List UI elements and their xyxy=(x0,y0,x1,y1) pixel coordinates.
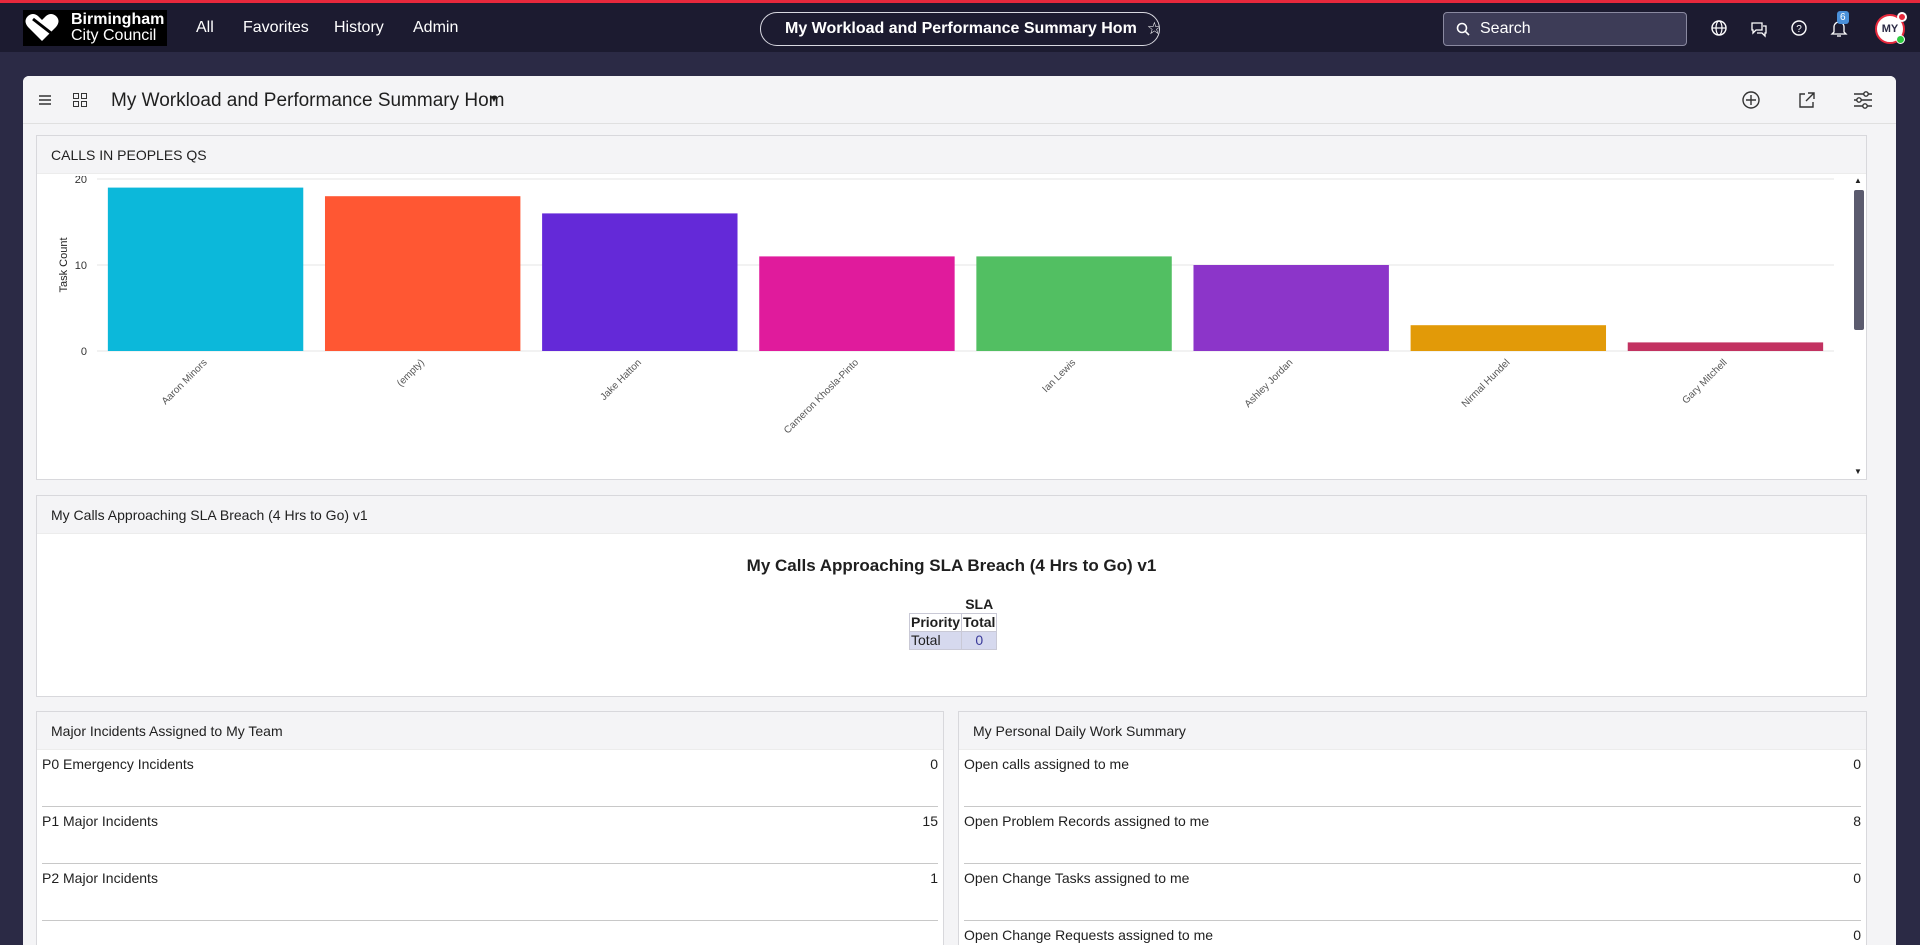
x-tick-label: Jake Hatton xyxy=(598,357,644,403)
avatar-status-ring xyxy=(1897,12,1907,22)
help-icon[interactable]: ? xyxy=(1788,17,1810,39)
bar[interactable] xyxy=(542,213,738,351)
widget-title: Major Incidents Assigned to My Team xyxy=(37,712,943,750)
calls-in-peoples-qs-widget: CALLS IN PEOPLES QS 0 10 20 Task Count Aaron… xyxy=(36,135,1867,480)
scroll-down-icon[interactable]: ▼ xyxy=(1854,467,1862,476)
bar[interactable] xyxy=(1410,325,1607,351)
bar[interactable] xyxy=(976,256,1172,351)
y-tick-label: 20 xyxy=(75,176,87,186)
report-title: My Calls Approaching SLA Breach (4 Hrs t… xyxy=(746,556,1157,575)
list-item-value: 0 xyxy=(1853,756,1861,772)
widget-title: CALLS IN PEOPLES QS xyxy=(37,136,1866,174)
favorite-star-icon[interactable]: ☆ xyxy=(1147,19,1159,39)
bar[interactable] xyxy=(1193,265,1389,351)
list-item[interactable]: Open Problem Records assigned to me 8 xyxy=(964,807,1861,864)
major-incidents-widget: Major Incidents Assigned to My Team P0 E… xyxy=(36,711,944,945)
x-tick-label: Cameron Khosla-Pinto xyxy=(782,357,861,436)
logo-line-1: Birmingham xyxy=(71,11,165,28)
nav-link-admin[interactable]: Admin xyxy=(413,19,458,37)
list-item-value: 0 xyxy=(930,756,938,772)
svg-text:?: ? xyxy=(1796,24,1802,35)
avatar-initials: MY xyxy=(1881,23,1899,35)
bar[interactable] xyxy=(759,256,955,351)
dashboard-body: CALLS IN PEOPLES QS 0 10 20 Task Count Aaron… xyxy=(23,124,1896,945)
bar[interactable] xyxy=(1627,342,1824,351)
nav-link-all[interactable]: All xyxy=(196,19,214,37)
list-item-value: 0 xyxy=(1853,927,1861,943)
avatar[interactable]: MY xyxy=(1875,12,1907,44)
heart-logo-icon xyxy=(25,14,59,41)
dashboard-canvas: My Workload and Performance Summary Hom … xyxy=(23,76,1896,945)
chevron-down-icon[interactable]: ▼ xyxy=(489,94,499,105)
chat-icon[interactable] xyxy=(1748,17,1770,39)
list-item-label: P2 Major Incidents xyxy=(42,870,158,886)
list-item-value: 1 xyxy=(930,870,938,886)
list-item[interactable]: Open calls assigned to me 0 xyxy=(964,750,1861,807)
widget-title: My Calls Approaching SLA Breach (4 Hrs t… xyxy=(37,496,1866,534)
list-item-value: 0 xyxy=(1853,870,1861,886)
menu-icon[interactable] xyxy=(39,95,53,105)
list-item[interactable]: P0 Emergency Incidents 0 xyxy=(42,750,938,807)
nav-link-history[interactable]: History xyxy=(334,19,384,37)
calls-bar-chart: 0 10 20 Task Count Aaron Minors (empty) Jake H… xyxy=(58,176,1834,436)
add-icon[interactable] xyxy=(1741,90,1761,110)
sla-pivot-table: SLA Priority Total Total 0 xyxy=(908,596,998,650)
list-item-label: Open Problem Records assigned to me xyxy=(964,813,1210,829)
sla-group-header: SLA xyxy=(965,596,994,612)
bar[interactable] xyxy=(324,196,521,351)
y-axis-label: Task Count xyxy=(58,237,70,292)
y-tick-label: 10 xyxy=(75,260,87,272)
filter-settings-icon[interactable] xyxy=(1853,91,1873,109)
daily-work-summary-widget: My Personal Daily Work Summary Open call… xyxy=(958,711,1867,945)
list-item-value: 8 xyxy=(1853,813,1861,829)
dashboard-header: My Workload and Performance Summary Hom … xyxy=(23,76,1896,124)
list-item-label: Open calls assigned to me xyxy=(964,756,1129,772)
scroll-up-icon[interactable]: ▲ xyxy=(1854,176,1862,185)
list-item-label: Open Change Requests assigned to me xyxy=(964,927,1214,943)
chart-scrollbar[interactable]: ▲ ▼ xyxy=(1851,176,1865,478)
share-icon[interactable] xyxy=(1797,90,1817,110)
logo-line-2: City Council xyxy=(71,27,157,44)
x-tick-label: Aaron Minors xyxy=(160,357,210,407)
col-total-header: Total xyxy=(961,613,998,632)
x-tick-label: Nirmal Hundel xyxy=(1460,357,1513,410)
list-item[interactable]: P1 Major Incidents 15 xyxy=(42,807,938,864)
x-tick-label: Ian Lewis xyxy=(1041,357,1079,395)
list-item[interactable]: P2 Major Incidents 1 xyxy=(42,864,938,921)
y-tick-label: 0 xyxy=(81,346,87,358)
x-tick-label: Gary Mitchell xyxy=(1681,357,1730,406)
total-row-label: Total xyxy=(908,631,963,650)
widget-title: My Personal Daily Work Summary xyxy=(959,712,1866,750)
x-tick-label: (empty) xyxy=(395,357,427,389)
list-item-label: P0 Emergency Incidents xyxy=(42,756,194,772)
search-input[interactable] xyxy=(1480,20,1660,38)
list-item-label: Open Change Tasks assigned to me xyxy=(964,870,1190,886)
list-item-label: P1 Major Incidents xyxy=(42,813,158,829)
search-icon xyxy=(1456,22,1470,36)
grid-icon[interactable] xyxy=(73,93,87,107)
birmingham-logo[interactable]: Birmingham City Council xyxy=(23,10,167,46)
col-priority-header: Priority xyxy=(908,613,963,632)
scrollbar-thumb[interactable] xyxy=(1854,190,1864,330)
total-row-value[interactable]: 0 xyxy=(961,631,998,650)
page-title-pill[interactable]: My Workload and Performance Summary Hom … xyxy=(760,12,1160,46)
global-search[interactable] xyxy=(1443,12,1687,46)
sla-breach-widget: My Calls Approaching SLA Breach (4 Hrs t… xyxy=(36,495,1867,697)
x-tick-label: Ashley Jordan xyxy=(1243,357,1296,410)
dashboard-title[interactable]: My Workload and Performance Summary Hom xyxy=(111,90,505,112)
list-item-value: 15 xyxy=(922,813,938,829)
bar[interactable] xyxy=(107,187,304,351)
top-navigation-bar: Birmingham City Council All Favorites Hi… xyxy=(0,0,1920,52)
nav-link-favorites[interactable]: Favorites xyxy=(243,19,309,37)
online-status-dot xyxy=(1896,35,1905,44)
notification-badge: 6 xyxy=(1837,11,1849,24)
globe-icon[interactable] xyxy=(1708,17,1730,39)
page-title: My Workload and Performance Summary Hom xyxy=(785,20,1137,37)
list-item[interactable]: Open Change Requests assigned to me 0 xyxy=(964,921,1861,945)
list-item[interactable]: Open Change Tasks assigned to me 0 xyxy=(964,864,1861,921)
